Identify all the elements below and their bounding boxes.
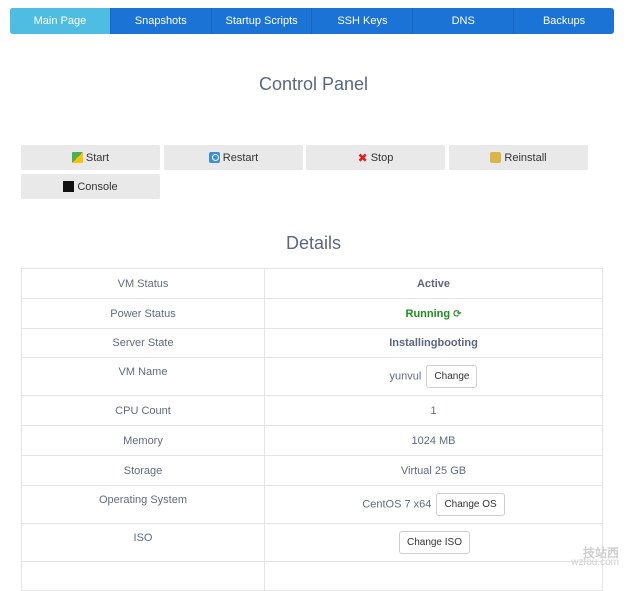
page-title: Control Panel: [258, 74, 369, 94]
storage-label: Storage: [21, 455, 265, 486]
table-row: Storage Virtual 25 GB: [21, 455, 603, 486]
table-row: ISO Change ISO: [21, 523, 603, 562]
cpu-count-label: CPU Count: [21, 395, 265, 426]
tab-dns[interactable]: DNS: [412, 8, 513, 34]
power-status-cell: Running ⟳: [264, 298, 603, 329]
table-row: Server State Installingbooting: [21, 328, 603, 358]
restart-icon: [208, 152, 220, 163]
vm-name-cell: yunvul Change: [264, 357, 603, 396]
vm-name-value: yunvul: [389, 370, 422, 383]
reinstall-icon: [490, 152, 502, 163]
console-button[interactable]: Console: [21, 174, 160, 199]
vm-status-value: Active: [264, 268, 603, 299]
refresh-icon[interactable]: ⟳: [453, 309, 461, 320]
cpu-count-value: 1: [264, 395, 603, 426]
console-icon: [63, 181, 75, 192]
main-tab-bar: Main Page Snapshots Startup Scripts SSH …: [10, 8, 614, 34]
reinstall-label: Reinstall: [504, 151, 547, 164]
tab-ssh-keys[interactable]: SSH Keys: [311, 8, 412, 34]
vm-status-label: VM Status: [21, 268, 265, 299]
operating-system-label: Operating System: [21, 485, 265, 524]
watermark-url: wzfou.com: [571, 557, 619, 568]
operating-system-cell: CentOS 7 x64 Change OS: [264, 485, 603, 524]
reinstall-button[interactable]: Reinstall: [449, 145, 588, 170]
tab-startup-scripts[interactable]: Startup Scripts: [210, 8, 312, 34]
memory-label: Memory: [21, 425, 265, 456]
table-row: VM Name yunvul Change: [21, 357, 603, 396]
details-table: VM Status Active Power Status Running ⟳ S…: [21, 268, 603, 591]
empty-cell: [264, 561, 603, 591]
tab-main-page[interactable]: Main Page: [10, 8, 110, 34]
tab-backups[interactable]: Backups: [513, 8, 614, 34]
details-heading: Details: [285, 233, 342, 253]
change-iso-button[interactable]: Change ISO: [398, 531, 471, 554]
start-button[interactable]: Start: [21, 145, 160, 170]
tab-snapshots[interactable]: Snapshots: [109, 8, 211, 34]
iso-cell: Change ISO: [264, 523, 603, 562]
storage-value: Virtual 25 GB: [264, 455, 603, 486]
vm-name-label: VM Name: [21, 357, 265, 396]
restart-button[interactable]: Restart: [164, 145, 303, 170]
change-name-button[interactable]: Change: [426, 365, 478, 388]
operating-system-value: CentOS 7 x64: [362, 498, 432, 511]
table-row: VM Status Active: [21, 268, 603, 299]
start-icon: [71, 152, 83, 163]
empty-cell: [21, 561, 265, 591]
server-state-label: Server State: [21, 328, 265, 358]
table-row: CPU Count 1: [21, 395, 603, 426]
table-row: Operating System CentOS 7 x64 Change OS: [21, 485, 603, 524]
console-label: Console: [77, 180, 118, 193]
power-status-label: Power Status: [21, 298, 265, 329]
memory-value: 1024 MB: [264, 425, 603, 456]
watermark: 技站西 wzfou.com: [571, 547, 619, 568]
restart-label: Restart: [222, 151, 259, 164]
stop-button[interactable]: ✖ Stop: [306, 145, 445, 170]
start-label: Start: [85, 151, 110, 164]
table-row: Memory 1024 MB: [21, 425, 603, 456]
iso-label: ISO: [21, 523, 265, 562]
table-row: [21, 561, 603, 591]
change-os-button[interactable]: Change OS: [436, 493, 505, 516]
server-state-value: Installingbooting: [264, 328, 603, 358]
table-row: Power Status Running ⟳: [21, 298, 603, 329]
stop-label: Stop: [370, 151, 394, 164]
power-status-value: Running: [405, 307, 451, 320]
stop-icon: ✖: [357, 150, 368, 165]
